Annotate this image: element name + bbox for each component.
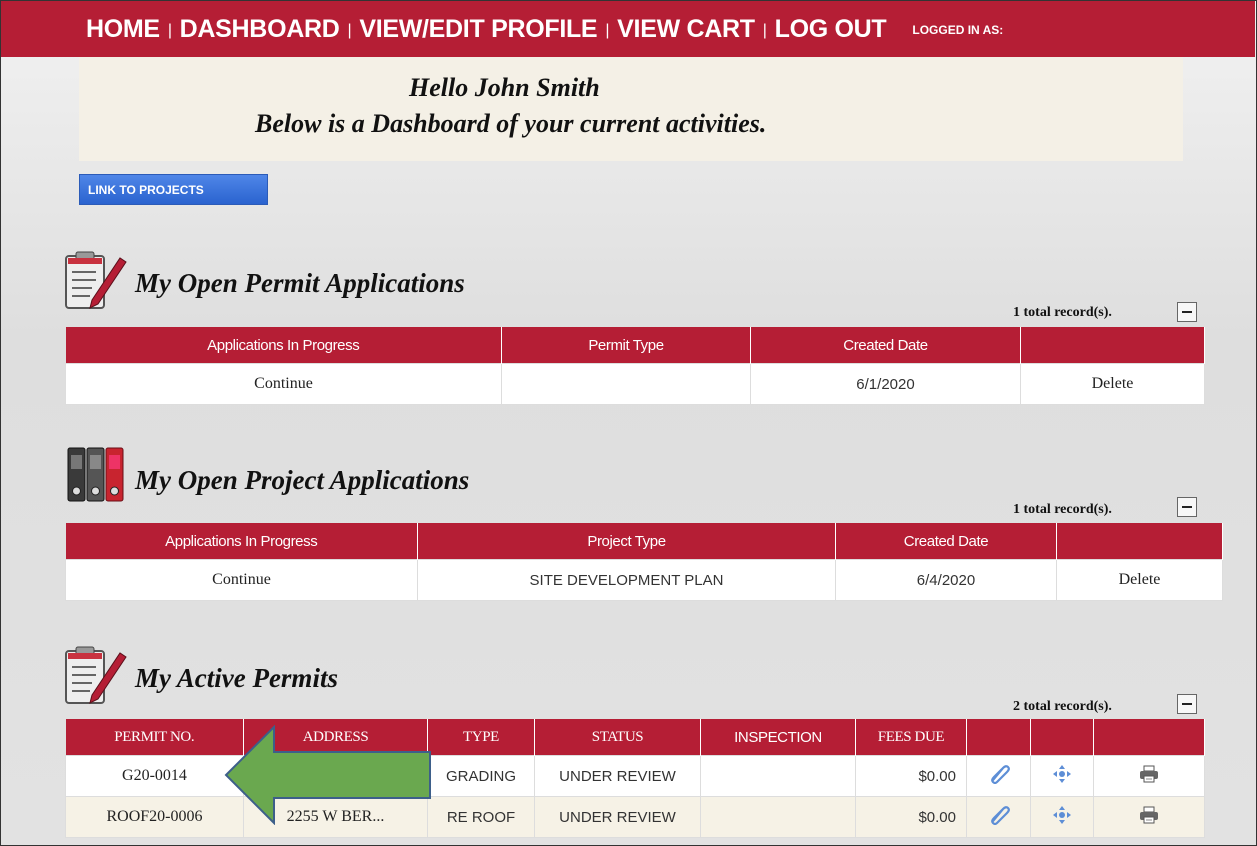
status-cell: UNDER REVIEW <box>534 755 701 797</box>
fees-due-cell: $0.00 <box>855 796 967 838</box>
column-header <box>1056 523 1223 560</box>
inspection-cell <box>700 796 856 838</box>
permit-type-cell <box>501 363 751 405</box>
nav-separator: | <box>347 22 352 39</box>
continue-link[interactable]: Continue <box>65 559 418 601</box>
permit-apps-count: 1 total record(s). <box>1013 305 1112 320</box>
binders-icon <box>67 447 124 502</box>
column-header: Applications In Progress <box>65 523 418 560</box>
permit-number-link[interactable]: G20-0014 <box>65 755 244 797</box>
permit-apps-table: Applications In Progress Permit Type Cre… <box>65 327 1205 405</box>
created-date-cell: 6/1/2020 <box>750 363 1021 405</box>
active-permits-count: 2 total record(s). <box>1013 699 1112 714</box>
delete-link[interactable]: Delete <box>1020 363 1205 405</box>
column-header: Permit Type <box>501 327 751 364</box>
project-apps-count: 1 total record(s). <box>1013 502 1112 517</box>
column-header: TYPE <box>427 719 535 756</box>
column-header <box>1020 327 1205 364</box>
greeting-hello: Hello John Smith <box>409 73 600 102</box>
print-cell <box>1093 755 1205 797</box>
project-type-cell: SITE DEVELOPMENT PLAN <box>417 559 836 601</box>
type-cell: GRADING <box>427 755 535 797</box>
table-row: Continue 6/1/2020 Delete <box>65 363 1205 405</box>
paperclip-icon[interactable] <box>988 764 1010 784</box>
clipboard-pencil-icon <box>65 251 127 309</box>
move-icon[interactable] <box>1052 805 1072 825</box>
nav-separator: | <box>762 22 767 39</box>
nav-separator: | <box>605 22 610 39</box>
column-header <box>1030 719 1094 756</box>
table-row: Continue SITE DEVELOPMENT PLAN 6/4/2020 … <box>65 559 1223 601</box>
printer-icon[interactable] <box>1139 765 1159 783</box>
permit-apps-collapse-button[interactable] <box>1177 302 1197 322</box>
inspection-cell <box>700 755 856 797</box>
column-header: INSPECTION <box>700 719 856 756</box>
column-header: Project Type <box>417 523 836 560</box>
column-header: FEES DUE <box>855 719 967 756</box>
logged-in-label: LOGGED IN AS: <box>912 23 1004 37</box>
active-permits-collapse-button[interactable] <box>1177 694 1197 714</box>
fees-due-cell: $0.00 <box>855 755 967 797</box>
nav-home[interactable]: HOME <box>86 15 160 43</box>
move-cell <box>1030 755 1094 797</box>
column-header: Created Date <box>750 327 1021 364</box>
nav-cart[interactable]: VIEW CART <box>617 15 755 43</box>
type-cell: RE ROOF <box>427 796 535 838</box>
status-cell: UNDER REVIEW <box>534 796 701 838</box>
move-icon[interactable] <box>1052 764 1072 784</box>
annotation-arrow-icon <box>224 725 431 825</box>
paperclip-icon[interactable] <box>988 805 1010 825</box>
column-header: Created Date <box>835 523 1057 560</box>
nav-profile[interactable]: VIEW/EDIT PROFILE <box>359 15 597 43</box>
project-apps-table: Applications In Progress Project Type Cr… <box>65 523 1223 601</box>
column-header <box>1093 719 1205 756</box>
attachment-cell <box>966 755 1031 797</box>
column-header: STATUS <box>534 719 701 756</box>
delete-link[interactable]: Delete <box>1056 559 1223 601</box>
move-cell <box>1030 796 1094 838</box>
column-header: Applications In Progress <box>65 327 502 364</box>
link-to-projects-button[interactable]: LINK TO PROJECTS <box>79 174 268 205</box>
active-permits-title: My Active Permits <box>135 663 338 693</box>
column-header <box>966 719 1031 756</box>
greeting-panel: Hello John Smith Below is a Dashboard of… <box>79 57 1183 161</box>
top-nav: HOME | DASHBOARD | VIEW/EDIT PROFILE | VIEW CA… <box>1 1 1255 57</box>
permit-apps-title: My Open Permit Applications <box>135 268 465 298</box>
printer-icon[interactable] <box>1139 806 1159 824</box>
permit-number-link[interactable]: ROOF20-0006 <box>65 796 244 838</box>
nav-logout[interactable]: LOG OUT <box>775 15 887 43</box>
nav-separator: | <box>167 22 172 39</box>
continue-link[interactable]: Continue <box>65 363 502 405</box>
project-apps-title: My Open Project Applications <box>135 465 470 495</box>
column-header: PERMIT NO. <box>65 719 244 756</box>
print-cell <box>1093 796 1205 838</box>
created-date-cell: 6/4/2020 <box>835 559 1057 601</box>
nav-dashboard[interactable]: DASHBOARD <box>180 15 340 43</box>
greeting-subtitle: Below is a Dashboard of your current act… <box>255 109 767 138</box>
clipboard-pencil-icon <box>65 646 127 704</box>
attachment-cell <box>966 796 1031 838</box>
project-apps-collapse-button[interactable] <box>1177 497 1197 517</box>
